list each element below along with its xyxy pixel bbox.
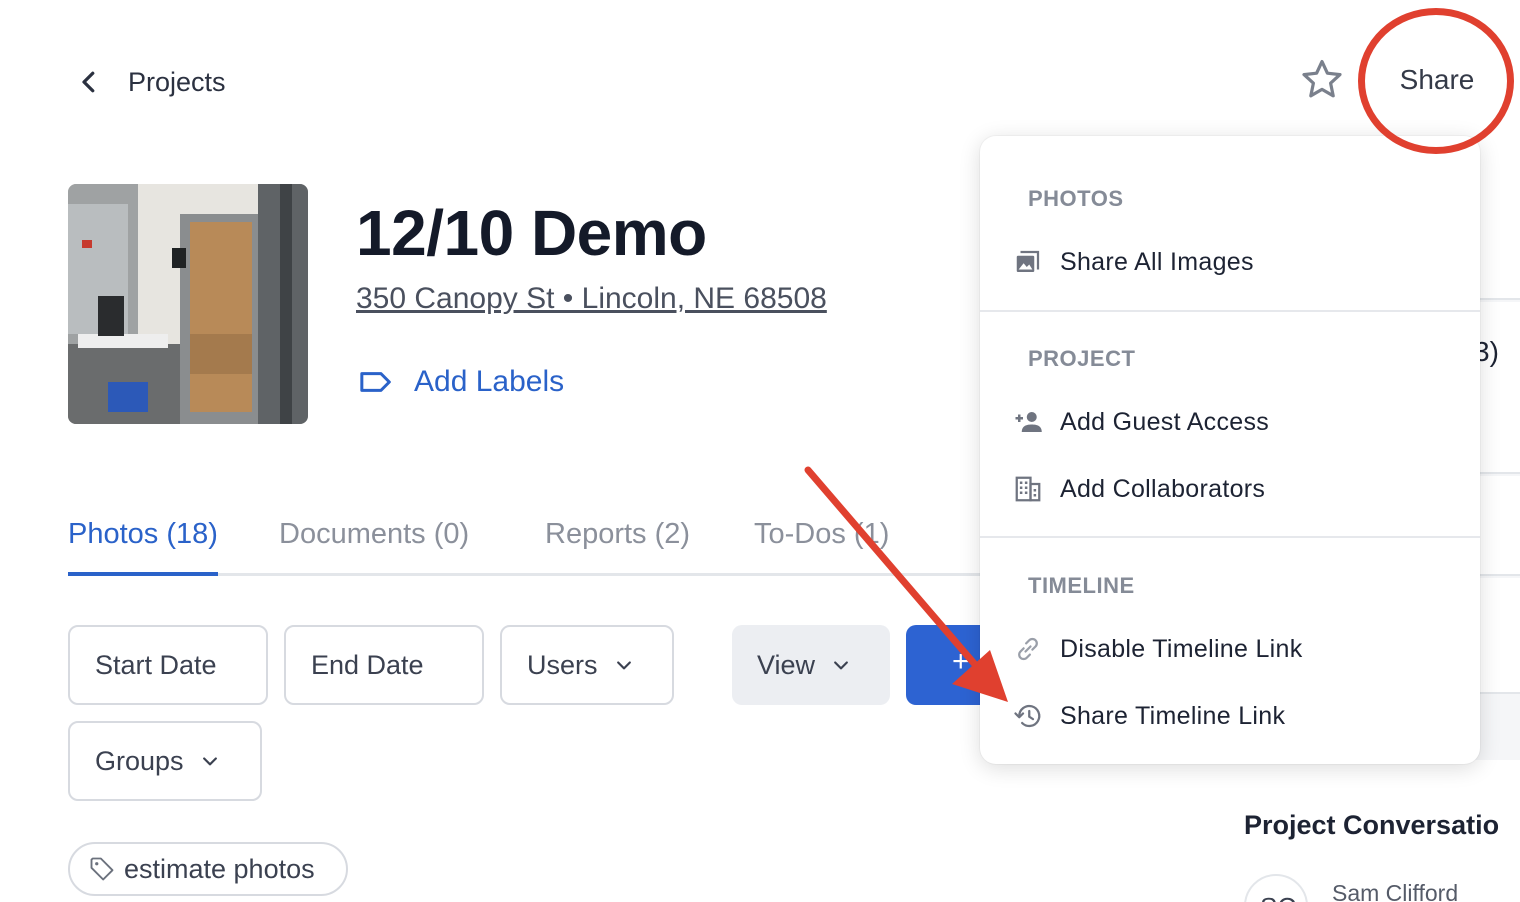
tag-chip-label: estimate photos [124, 853, 315, 884]
conversation-user-name: Sam Clifford [1332, 880, 1459, 902]
back-to-projects-link[interactable]: Projects [74, 60, 244, 104]
end-date-filter[interactable]: End Date [284, 625, 484, 705]
tab-photos[interactable]: Photos (18) [68, 518, 218, 576]
favorite-star-icon[interactable] [1298, 56, 1346, 104]
share-button[interactable]: Share [1382, 58, 1492, 102]
project-conversation-title: Project Conversatio [1244, 810, 1500, 840]
project-title: 12/10 Demo [356, 197, 707, 269]
groups-label: Groups [95, 745, 184, 776]
content-tabs: Photos (18) Documents (0) Reports (2) To… [68, 518, 980, 576]
add-labels-text: Add Labels [414, 365, 565, 398]
end-date-label: End Date [311, 649, 424, 680]
building-icon [1012, 473, 1044, 505]
start-date-label: Start Date [95, 649, 217, 680]
menu-item-label: Share All Images [1060, 247, 1254, 276]
project-thumbnail[interactable] [68, 184, 308, 424]
tag-chip-estimate-photos[interactable]: estimate photos [68, 842, 348, 896]
users-label: Users [527, 649, 598, 680]
back-label: Projects [128, 66, 226, 97]
chevron-down-icon [202, 757, 217, 766]
groups-filter[interactable]: Groups [68, 721, 262, 801]
menu-item-add-collaborators[interactable]: Add Collaborators [980, 461, 1480, 517]
label-tag-icon [360, 372, 391, 392]
tag-icon [90, 857, 114, 881]
link-icon [1012, 633, 1044, 665]
menu-item-disable-timeline-link[interactable]: Disable Timeline Link [980, 621, 1480, 677]
chevron-down-icon [834, 661, 848, 670]
menu-item-label: Share Timeline Link [1060, 701, 1286, 730]
menu-item-add-guest-access[interactable]: Add Guest Access [980, 394, 1480, 450]
add-person-icon [1012, 406, 1044, 438]
users-filter[interactable]: Users [500, 625, 674, 705]
tab-todos[interactable]: To-Dos (1) [754, 518, 889, 576]
menu-heading-photos: PHOTOS [1028, 186, 1124, 211]
project-address-link[interactable]: 350 Canopy St • Lincoln, NE 68508 [356, 282, 827, 316]
menu-heading-project: PROJECT [1028, 346, 1136, 371]
chevron-down-icon [616, 661, 631, 670]
menu-divider [980, 536, 1480, 538]
view-dropdown[interactable]: View [732, 625, 890, 705]
history-icon [1012, 700, 1044, 732]
menu-item-label: Disable Timeline Link [1060, 634, 1303, 663]
images-icon [1012, 246, 1044, 278]
chevron-left-icon [82, 71, 95, 93]
menu-heading-timeline: TIMELINE [1028, 573, 1135, 598]
view-label: View [757, 649, 816, 680]
menu-item-share-all-images[interactable]: Share All Images [980, 234, 1480, 290]
tab-documents[interactable]: Documents (0) [279, 518, 469, 576]
menu-item-label: Add Collaborators [1060, 474, 1266, 503]
menu-divider [980, 310, 1480, 312]
tab-reports[interactable]: Reports (2) [545, 518, 690, 576]
add-labels-button[interactable]: Add Labels [356, 362, 564, 402]
menu-item-share-timeline-link[interactable]: Share Timeline Link [980, 688, 1480, 744]
share-dropdown-menu: PHOTOS Share All Images PROJECT Add Gues… [980, 136, 1480, 764]
menu-item-label: Add Guest Access [1060, 407, 1270, 436]
start-date-filter[interactable]: Start Date [68, 625, 268, 705]
